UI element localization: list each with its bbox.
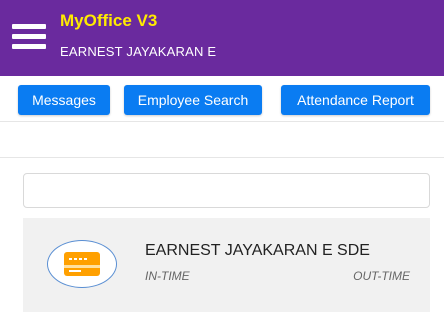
divider <box>0 157 444 158</box>
out-time-label: OUT-TIME <box>353 269 410 283</box>
user-name: EARNEST JAYAKARAN E <box>60 44 217 59</box>
search-input[interactable] <box>23 173 430 208</box>
id-card-icon <box>47 240 117 288</box>
attendance-report-button[interactable]: Attendance Report <box>281 85 430 115</box>
app-bar: MyOffice V3 EARNEST JAYAKARAN E <box>0 0 444 76</box>
messages-button[interactable]: Messages <box>18 85 110 115</box>
in-time-label: IN-TIME <box>145 269 190 283</box>
app-title: MyOffice V3 <box>60 11 158 30</box>
employee-search-button[interactable]: Employee Search <box>124 85 262 115</box>
hamburger-menu-icon[interactable] <box>12 22 46 52</box>
divider <box>0 121 444 122</box>
employee-name: EARNEST JAYAKARAN E SDE <box>145 242 370 259</box>
employee-card[interactable]: EARNEST JAYAKARAN E SDE IN-TIME OUT-TIME <box>23 218 430 312</box>
